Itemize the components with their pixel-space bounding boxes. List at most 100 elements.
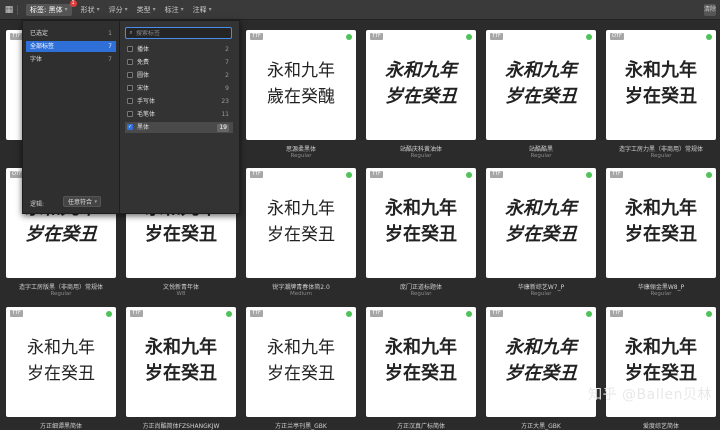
font-card[interactable]: TTF 永和九年岁在癸丑	[246, 307, 356, 417]
chevron-down-icon: ▾	[96, 6, 100, 13]
tag-item[interactable]: ✓ 黑体 19	[125, 122, 233, 133]
tag-filter-dropdown: 已选定 1 全部标签 7 字体 7 逻辑: 任意符合 ▾ ⌕ 播体 2 免费 7 圆体 2…	[22, 20, 240, 214]
font-card[interactable]: TTF 永和九年岁在癸丑	[366, 168, 476, 278]
preview-line: 岁在癸丑	[505, 86, 577, 107]
filter-tags[interactable]: 标签: 黑体 ▾ 1	[26, 0, 77, 16]
tag-search-input[interactable]	[136, 29, 226, 37]
tag-item[interactable]: 毛笔体 11	[125, 109, 233, 120]
font-card[interactable]: TTF 永和九年岁在癸丑	[366, 307, 476, 417]
file-type-badge: TTF	[370, 171, 383, 178]
preview-line: 岁在癸丑	[385, 86, 457, 107]
category-count: 7	[108, 43, 112, 50]
chevron-down-icon: ▾	[64, 6, 68, 13]
font-name: 站酷庆科黄油体	[399, 146, 442, 153]
watermark: 知乎 @Ballen贝林	[588, 387, 712, 403]
font-card[interactable]: TTF 永和九年岁在癸丑	[486, 30, 596, 140]
font-card[interactable]: TTF 永和九年岁在癸丑	[126, 307, 236, 417]
filter-rating[interactable]: 评分 ▾	[109, 5, 128, 15]
tag-item[interactable]: 宋体 9	[125, 83, 233, 94]
preview-line: 永和九年	[385, 60, 457, 81]
file-type-badge: TTF	[610, 310, 623, 317]
preview-line: 永和九年	[505, 198, 577, 219]
tag-checkbox[interactable]	[127, 85, 133, 91]
chevron-down-icon: ▾	[208, 6, 212, 13]
filter-type[interactable]: 类型 ▾	[137, 5, 156, 15]
filter-count-badge: 1	[69, 0, 77, 7]
tag-checkbox[interactable]	[127, 59, 133, 65]
font-preview: 永和九年 歲在癸醜	[246, 58, 356, 110]
filter-type-label: 类型	[136, 5, 151, 14]
tag-count: 2	[225, 72, 229, 79]
synced-status-icon	[706, 172, 712, 178]
font-card[interactable]: TTF 永和九年岁在癸丑	[486, 168, 596, 278]
synced-status-icon	[586, 34, 592, 40]
file-type-badge: TTF	[250, 171, 263, 178]
font-card[interactable]: TTF 永和九年岁在癸丑	[6, 307, 116, 417]
filter-annotation[interactable]: 标注 ▾	[165, 5, 184, 15]
tag-label: 手写体	[137, 98, 156, 105]
tag-checkbox[interactable]	[127, 72, 133, 78]
synced-status-icon	[586, 311, 592, 317]
filter-shape[interactable]: 形状 ▾	[81, 5, 100, 15]
preview-line: 岁在癸丑	[145, 363, 217, 384]
font-card[interactable]: OTF 永和九年岁在癸丑	[606, 30, 716, 140]
tag-item[interactable]: 播体 2	[125, 44, 233, 55]
synced-status-icon	[466, 34, 472, 40]
font-card[interactable]: TTF 永和九年岁在癸丑	[246, 168, 356, 278]
synced-status-icon	[226, 311, 232, 317]
tag-checkbox[interactable]: ✓	[127, 124, 133, 130]
font-preview: 永和九年岁在癸丑	[606, 335, 716, 387]
tag-checkbox[interactable]	[127, 111, 133, 117]
preview-line: 永和九年	[267, 61, 335, 81]
chevron-down-icon: ▾	[124, 6, 128, 13]
preview-line: 永和九年	[267, 338, 335, 358]
font-name: 方正尚酷简体FZSHANGKJW	[142, 423, 220, 430]
category-selected[interactable]: 已选定 1	[26, 28, 116, 39]
synced-status-icon	[466, 311, 472, 317]
tag-item[interactable]: 圆体 2	[125, 70, 233, 81]
filter-notes[interactable]: 注释 ▾	[193, 5, 212, 15]
tag-label: 宋体	[137, 85, 150, 92]
category-label: 字体	[30, 56, 43, 63]
preview-line: 岁在癸丑	[625, 224, 697, 245]
preview-line: 永和九年	[267, 199, 335, 219]
font-preview: 永和九年岁在癸丑	[486, 335, 596, 387]
category-all-tags[interactable]: 全部标签 7	[26, 41, 116, 52]
filter-annotation-label: 标注	[164, 5, 179, 14]
file-type-badge: TTF	[370, 310, 383, 317]
file-type-badge: TTF	[130, 310, 143, 317]
preview-line: 永和九年	[625, 60, 697, 81]
category-count: 1	[108, 30, 112, 37]
font-preview: 永和九年岁在癸丑	[486, 196, 596, 248]
font-preview: 永和九年岁在癸丑	[606, 196, 716, 248]
tag-count: 9	[225, 85, 229, 92]
preview-line: 永和九年	[145, 337, 217, 358]
tag-checkbox[interactable]	[127, 98, 133, 104]
category-font[interactable]: 字体 7	[26, 54, 116, 65]
font-style-name: Regular	[650, 291, 672, 297]
clear-filter-button[interactable]: 清除	[704, 4, 716, 16]
font-card[interactable]: TTF 永和九年岁在癸丑	[606, 168, 716, 278]
grid-icon[interactable]: ▦	[3, 4, 15, 16]
preview-line: 岁在癸丑	[385, 363, 457, 384]
preview-line: 岁在癸丑	[267, 364, 335, 384]
file-type-badge: TTF	[490, 310, 503, 317]
filter-toolbar: ▦ 标签: 黑体 ▾ 1 形状 ▾ 评分 ▾ 类型 ▾ 标注 ▾ 注释 ▾ 清除	[0, 0, 720, 20]
file-type-badge: TTF	[10, 33, 23, 40]
tag-checkbox[interactable]	[127, 46, 133, 52]
font-card[interactable]: TTF 永和九年岁在癸丑	[366, 30, 476, 140]
tag-item[interactable]: 免费 7	[125, 57, 233, 68]
font-style-name: Regular	[410, 291, 432, 297]
tag-item[interactable]: 手写体 23	[125, 96, 233, 107]
logic-select[interactable]: 任意符合 ▾	[63, 196, 101, 207]
preview-line: 歲在癸醜	[267, 87, 335, 107]
preview-line: 永和九年	[625, 337, 697, 358]
font-name: 方正兰亭刊黑_GBK	[275, 423, 327, 430]
font-style-name: Regular	[530, 291, 552, 297]
preview-line: 永和九年	[385, 198, 457, 219]
tag-search-box[interactable]: ⌕	[125, 27, 232, 39]
font-preview: 永和九年岁在癸丑	[126, 335, 236, 387]
font-card[interactable]: TTF 永和九年岁在癸丑	[486, 307, 596, 417]
tag-label: 圆体	[137, 72, 150, 79]
font-card[interactable]: TTF 永和九年 歲在癸醜	[246, 30, 356, 140]
